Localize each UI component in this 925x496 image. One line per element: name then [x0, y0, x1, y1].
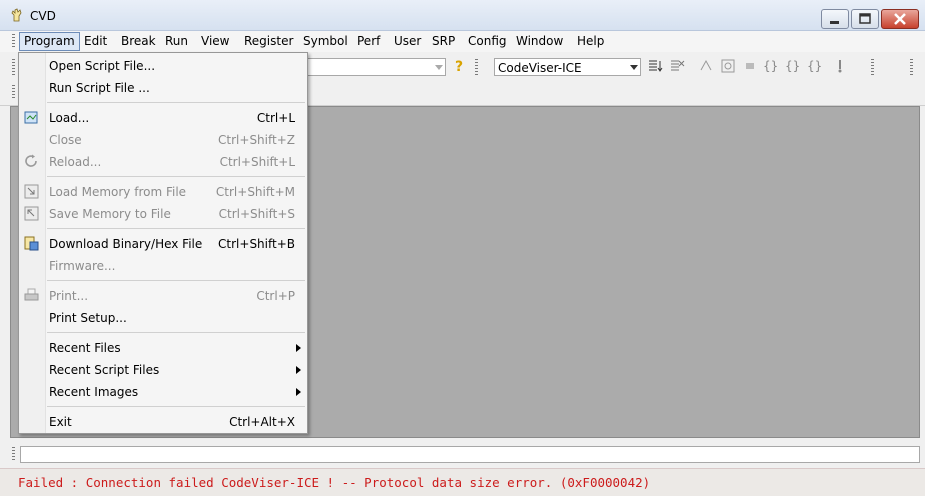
close-icon — [894, 13, 906, 25]
run-to-icon[interactable] — [832, 58, 848, 74]
svg-text:{}: {} — [763, 59, 778, 73]
menu-window[interactable]: Window — [512, 33, 567, 50]
menu-separator — [47, 228, 305, 229]
menu-exit[interactable]: Exit Ctrl+Alt+X — [19, 411, 307, 433]
menu-open-script-file[interactable]: Open Script File... — [19, 55, 307, 77]
menu-load-memory[interactable]: Load Memory from File Ctrl+Shift+M — [19, 181, 307, 203]
reload-icon — [24, 154, 39, 169]
clear-icon[interactable] — [669, 58, 685, 74]
menu-bar: Program Edit Break Run View Register Sym… — [0, 31, 925, 52]
maximize-button[interactable] — [851, 9, 879, 29]
toolbar2-grip[interactable] — [12, 85, 15, 100]
toolbar-grip-4[interactable] — [910, 59, 913, 75]
menu-program[interactable]: Program — [19, 32, 80, 51]
load-memory-icon — [24, 184, 39, 199]
app-icon — [10, 8, 24, 22]
menu-close[interactable]: Close Ctrl+Shift+Z — [19, 129, 307, 151]
menu-config[interactable]: Config — [464, 33, 511, 50]
status-message: Failed : Connection failed CodeViser-ICE… — [18, 475, 651, 490]
minimize-button[interactable] — [821, 9, 849, 29]
help-icon[interactable]: ? — [452, 58, 468, 75]
save-memory-icon — [24, 206, 39, 221]
step-over-icon[interactable]: {} — [785, 58, 801, 74]
window-title: CVD — [30, 9, 56, 23]
menu-register[interactable]: Register — [240, 33, 297, 50]
submenu-arrow-icon — [296, 366, 301, 374]
chevron-down-icon — [435, 65, 443, 70]
program-menu: Open Script File... Run Script File ... … — [18, 52, 308, 434]
load-icon — [24, 110, 39, 125]
menu-reload[interactable]: Reload... Ctrl+Shift+L — [19, 151, 307, 173]
title-bar[interactable] — [0, 0, 925, 31]
toolbar-grip-2[interactable] — [475, 59, 478, 75]
menu-recent-images[interactable]: Recent Images — [19, 381, 307, 403]
menu-separator — [47, 332, 305, 333]
command-input[interactable] — [20, 446, 920, 463]
menu-firmware[interactable]: Firmware... — [19, 255, 307, 277]
menu-symbol[interactable]: Symbol — [299, 33, 352, 50]
chevron-down-icon — [630, 65, 638, 70]
target-combo[interactable]: CodeViser-ICE — [494, 58, 641, 76]
menu-separator — [47, 102, 305, 103]
menu-print-setup[interactable]: Print Setup... — [19, 307, 307, 329]
submenu-arrow-icon — [296, 388, 301, 396]
close-button[interactable] — [881, 9, 919, 29]
menu-separator — [47, 280, 305, 281]
menu-perf[interactable]: Perf — [353, 33, 384, 50]
submenu-arrow-icon — [296, 344, 301, 352]
menu-view[interactable]: View — [197, 33, 233, 50]
menu-separator — [47, 176, 305, 177]
menu-save-memory[interactable]: Save Memory to File Ctrl+Shift+S — [19, 203, 307, 225]
list-icon[interactable] — [647, 58, 663, 74]
menu-edit[interactable]: Edit — [80, 33, 111, 50]
stop-icon[interactable] — [742, 58, 758, 74]
svg-text:{}: {} — [807, 59, 822, 73]
step-out-icon[interactable]: {} — [807, 58, 823, 74]
menu-recent-script-files[interactable]: Recent Script Files — [19, 359, 307, 381]
file-combo[interactable] — [306, 58, 446, 76]
toolbar-grip[interactable] — [12, 59, 15, 75]
svg-text:{}: {} — [785, 59, 800, 73]
maximize-icon — [859, 13, 871, 24]
svg-text:?: ? — [455, 59, 463, 74]
menu-download-binary[interactable]: Download Binary/Hex File Ctrl+Shift+B — [19, 233, 307, 255]
menu-help[interactable]: Help — [573, 33, 608, 50]
menu-recent-files[interactable]: Recent Files — [19, 337, 307, 359]
menu-user[interactable]: User — [390, 33, 425, 50]
menubar-grip[interactable] — [12, 34, 15, 49]
download-icon — [24, 236, 39, 251]
minimize-icon — [830, 21, 839, 24]
refresh-icon[interactable] — [720, 58, 736, 74]
menu-run[interactable]: Run — [161, 33, 192, 50]
menu-load[interactable]: Load... Ctrl+L — [19, 107, 307, 129]
menu-break[interactable]: Break — [117, 33, 160, 50]
command-bar-grip[interactable] — [12, 447, 15, 461]
print-icon — [24, 288, 39, 303]
menu-print[interactable]: Print... Ctrl+P — [19, 285, 307, 307]
menu-srp[interactable]: SRP — [428, 33, 459, 50]
menu-separator — [47, 406, 305, 407]
step-icon[interactable] — [698, 58, 714, 74]
menu-run-script-file[interactable]: Run Script File ... — [19, 77, 307, 99]
toolbar-grip-3[interactable] — [871, 59, 874, 75]
step-into-icon[interactable]: {} — [763, 58, 779, 74]
